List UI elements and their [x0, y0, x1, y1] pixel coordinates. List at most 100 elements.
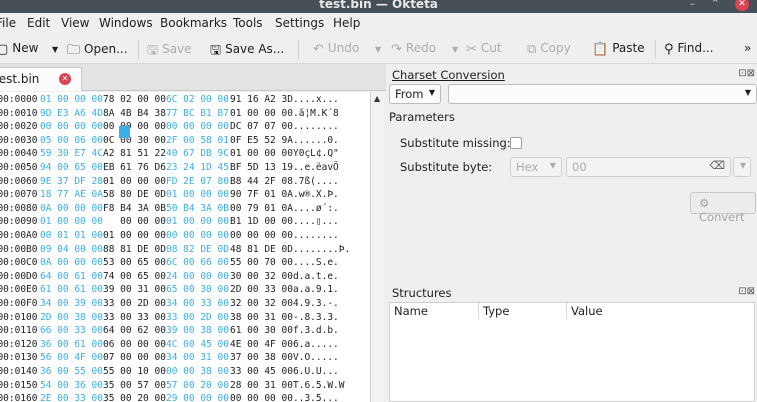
- new-button[interactable]: ▢ New: [0, 41, 38, 57]
- menu-file[interactable]: File: [0, 16, 16, 30]
- hex-byte-group[interactable]: 36 00 61 00: [40, 339, 103, 350]
- hex-row[interactable]: 0000:007018 77 AE 0A58 80 DE 0D01 00 00 …: [0, 189, 370, 202]
- hex-byte-group[interactable]: 00 79 01 0A: [230, 203, 293, 214]
- hex-byte-group[interactable]: 4E 00 4F 00: [230, 339, 293, 350]
- hex-byte-group[interactable]: 48 81 DE 0D: [230, 244, 293, 255]
- hex-byte-group[interactable]: 39 00 31 00: [103, 284, 166, 295]
- hex-byte-group[interactable]: 33 00 2D 00: [166, 312, 229, 323]
- hex-byte-group[interactable]: 90 7F 01 0A: [230, 189, 293, 200]
- hex-byte-group[interactable]: B1 1D 00 00: [230, 216, 293, 227]
- hex-byte-group[interactable]: 0A 00 00 00: [40, 257, 103, 268]
- hex-byte-group[interactable]: 0A 00 00 00: [40, 203, 103, 214]
- hex-byte-group[interactable]: 00 00 00 00: [230, 230, 293, 241]
- hex-row[interactable]: 0000:00A000 01 01 0001 00 00 0000 00 00 …: [0, 230, 370, 243]
- hex-byte-group[interactable]: 30 00 32 00: [230, 271, 293, 282]
- hex-row[interactable]: 0000:011066 00 33 0064 00 62 0039 00 38 …: [0, 325, 370, 338]
- hex-byte-group[interactable]: 36 00 55 00: [40, 366, 103, 377]
- hex-byte-group[interactable]: 18 77 AE 0A: [40, 189, 103, 200]
- ascii-column[interactable]: .w®.X.Þ.: [293, 189, 339, 200]
- hex-row[interactable]: 0000:00F034 00 39 0033 00 2D 0034 00 33 …: [0, 298, 370, 311]
- hex-row[interactable]: 0000:013056 00 4F 0007 00 00 0034 00 31 …: [0, 352, 370, 365]
- hex-byte-group[interactable]: 0F E5 52 9A: [230, 135, 293, 146]
- hex-byte-group[interactable]: 01 00 00 00: [230, 148, 293, 159]
- substitute-missing-checkbox[interactable]: [510, 137, 522, 149]
- find-button[interactable]: ⚲ Find...: [664, 41, 714, 57]
- hex-byte-group[interactable]: 2D 00 33 00: [230, 284, 293, 295]
- maximize-icon[interactable]: ⌃: [711, 0, 720, 10]
- hex-byte-group[interactable]: 38 00 31 00: [230, 312, 293, 323]
- hex-byte-group[interactable]: 6C 02 00 00: [166, 94, 229, 105]
- hex-byte-group[interactable]: B8 44 2F 08: [230, 176, 293, 187]
- hex-byte-group[interactable]: F8 B4 3A 0B: [103, 203, 166, 214]
- hex-row[interactable]: 0000:00609E 37 DF 2801 00 00 00FD 2E 07 …: [0, 176, 370, 189]
- hex-byte-group[interactable]: 39 00 38 00: [166, 325, 229, 336]
- hex-byte-group[interactable]: A2 81 51 22: [103, 148, 166, 159]
- ascii-column[interactable]: ....x...: [293, 94, 339, 105]
- byte-spin-dropdown[interactable]: ▼: [733, 157, 751, 177]
- hex-byte-group[interactable]: DC 07 07 00: [230, 121, 293, 132]
- copy-button[interactable]: ⧉ Copy: [527, 41, 571, 57]
- hex-byte-group[interactable]: 58 80 DE 0D: [103, 189, 166, 200]
- hex-byte-group[interactable]: 33 00 45 00: [230, 366, 293, 377]
- hex-row[interactable]: 0000:01602E 00 33 0035 00 20 0029 00 00 …: [0, 393, 370, 402]
- hex-byte-group[interactable]: 33 00 2D 00: [103, 298, 166, 309]
- hex-row[interactable]: 0000:004059 30 E7 4CA2 81 51 2240 67 DB …: [0, 148, 370, 161]
- hex-byte-group[interactable]: 56 00 4F 00: [40, 352, 103, 363]
- hex-row[interactable]: 0000:014036 00 55 0055 00 10 0000 00 38 …: [0, 366, 370, 379]
- hex-byte-group[interactable]: 78 02 00 00: [103, 94, 166, 105]
- hex-byte-group[interactable]: 59 30 E7 4C: [40, 148, 103, 159]
- ascii-column[interactable]: ..3.5...: [293, 393, 339, 402]
- hex-byte-group[interactable]: 00 00 00 00: [40, 121, 103, 132]
- ascii-column[interactable]: Y0çL¢.Q": [293, 148, 339, 159]
- redo-button[interactable]: ↷ Redo: [391, 41, 436, 57]
- hex-byte-group[interactable]: 2E 00 33 00: [40, 393, 103, 402]
- menu-windows[interactable]: Windows: [99, 16, 153, 30]
- convert-button[interactable]: ⚙ Convert: [690, 192, 756, 224]
- hex-byte-group[interactable]: 54 00 36 00: [40, 380, 103, 391]
- save-button[interactable]: 🖫 Save: [147, 41, 192, 63]
- column-type[interactable]: Type: [483, 304, 509, 318]
- substitute-byte-input[interactable]: 00 ⌫: [566, 157, 731, 177]
- hex-byte-group[interactable]: 00 00 00 00: [166, 230, 229, 241]
- ascii-column[interactable]: ......0.: [293, 135, 339, 146]
- open-button[interactable]: 🗀 Open...: [67, 41, 128, 63]
- menu-settings[interactable]: Settings: [275, 16, 324, 30]
- hex-byte-group[interactable]: 33 00 33 00: [103, 312, 166, 323]
- hex-byte-group[interactable]: 9D E3 A6 4D: [40, 108, 103, 119]
- menu-bookmarks[interactable]: Bookmarks: [160, 16, 227, 30]
- ascii-column[interactable]: 4.9.3.-.: [293, 298, 339, 309]
- close-tab-icon[interactable]: ✕: [59, 73, 71, 85]
- hex-byte-group[interactable]: 53 00 65 00: [103, 257, 166, 268]
- hex-byte-group[interactable]: 34 00 39 00: [40, 298, 103, 309]
- hex-byte-group[interactable]: 4C 00 45 00: [166, 339, 229, 350]
- toolbar-overflow-button[interactable]: »: [744, 41, 751, 55]
- ascii-column[interactable]: ........Þ.: [293, 244, 350, 255]
- undo-dropdown-icon[interactable]: ▼: [375, 45, 381, 54]
- hex-row[interactable]: 0000:009001 00 00 00 00 00 0001 00 00 00…: [0, 216, 370, 229]
- hex-byte-group[interactable]: 55 00 70 00: [230, 257, 293, 268]
- hex-byte-group[interactable]: 01 00 00 00: [103, 176, 166, 187]
- structures-panel-buttons[interactable]: ⊡⊠: [738, 286, 755, 297]
- hex-byte-group[interactable]: BF 5D 13 19: [230, 162, 293, 173]
- column-value[interactable]: Value: [571, 304, 603, 318]
- save-as-button[interactable]: 🖫 Save As...: [210, 41, 284, 63]
- charset-select[interactable]: ▼: [448, 84, 757, 104]
- ascii-column[interactable]: ........: [293, 230, 339, 241]
- hex-byte-group[interactable]: 61 00 30 00: [230, 325, 293, 336]
- hex-row[interactable]: 0000:012036 00 61 0006 00 00 004C 00 45 …: [0, 339, 370, 352]
- hex-row[interactable]: 0000:01002D 00 38 0033 00 33 0033 00 2D …: [0, 312, 370, 325]
- menu-tools[interactable]: Tools: [233, 16, 263, 30]
- hex-byte-group[interactable]: FD 2E 07 80: [166, 176, 229, 187]
- byte-format-select[interactable]: Hex ▼: [510, 157, 562, 177]
- hex-byte-group[interactable]: 37 00 38 00: [230, 352, 293, 363]
- ascii-column[interactable]: a.a.9.1.: [293, 284, 339, 295]
- hex-byte-group[interactable]: 07 00 00 00: [103, 352, 166, 363]
- ascii-column[interactable]: d.a.t.e.: [293, 271, 339, 282]
- hex-row[interactable]: 0000:002000 00 00 0000 00 00 0000 00 00 …: [0, 121, 370, 134]
- hex-row[interactable]: 0000:00109D E3 A6 4D8A 4B B4 3877 BC B1 …: [0, 108, 370, 121]
- hex-row[interactable]: 0000:000001 00 00 0078 02 00 006C 02 00 …: [0, 94, 370, 107]
- hex-byte-group[interactable]: 77 BC B1 B7: [166, 108, 229, 119]
- hex-byte-group[interactable]: 00 00 00 00: [230, 393, 293, 402]
- hex-row[interactable]: 0000:00E061 00 61 0039 00 31 0065 00 30 …: [0, 284, 370, 297]
- ascii-column[interactable]: ....S.e.: [293, 257, 339, 268]
